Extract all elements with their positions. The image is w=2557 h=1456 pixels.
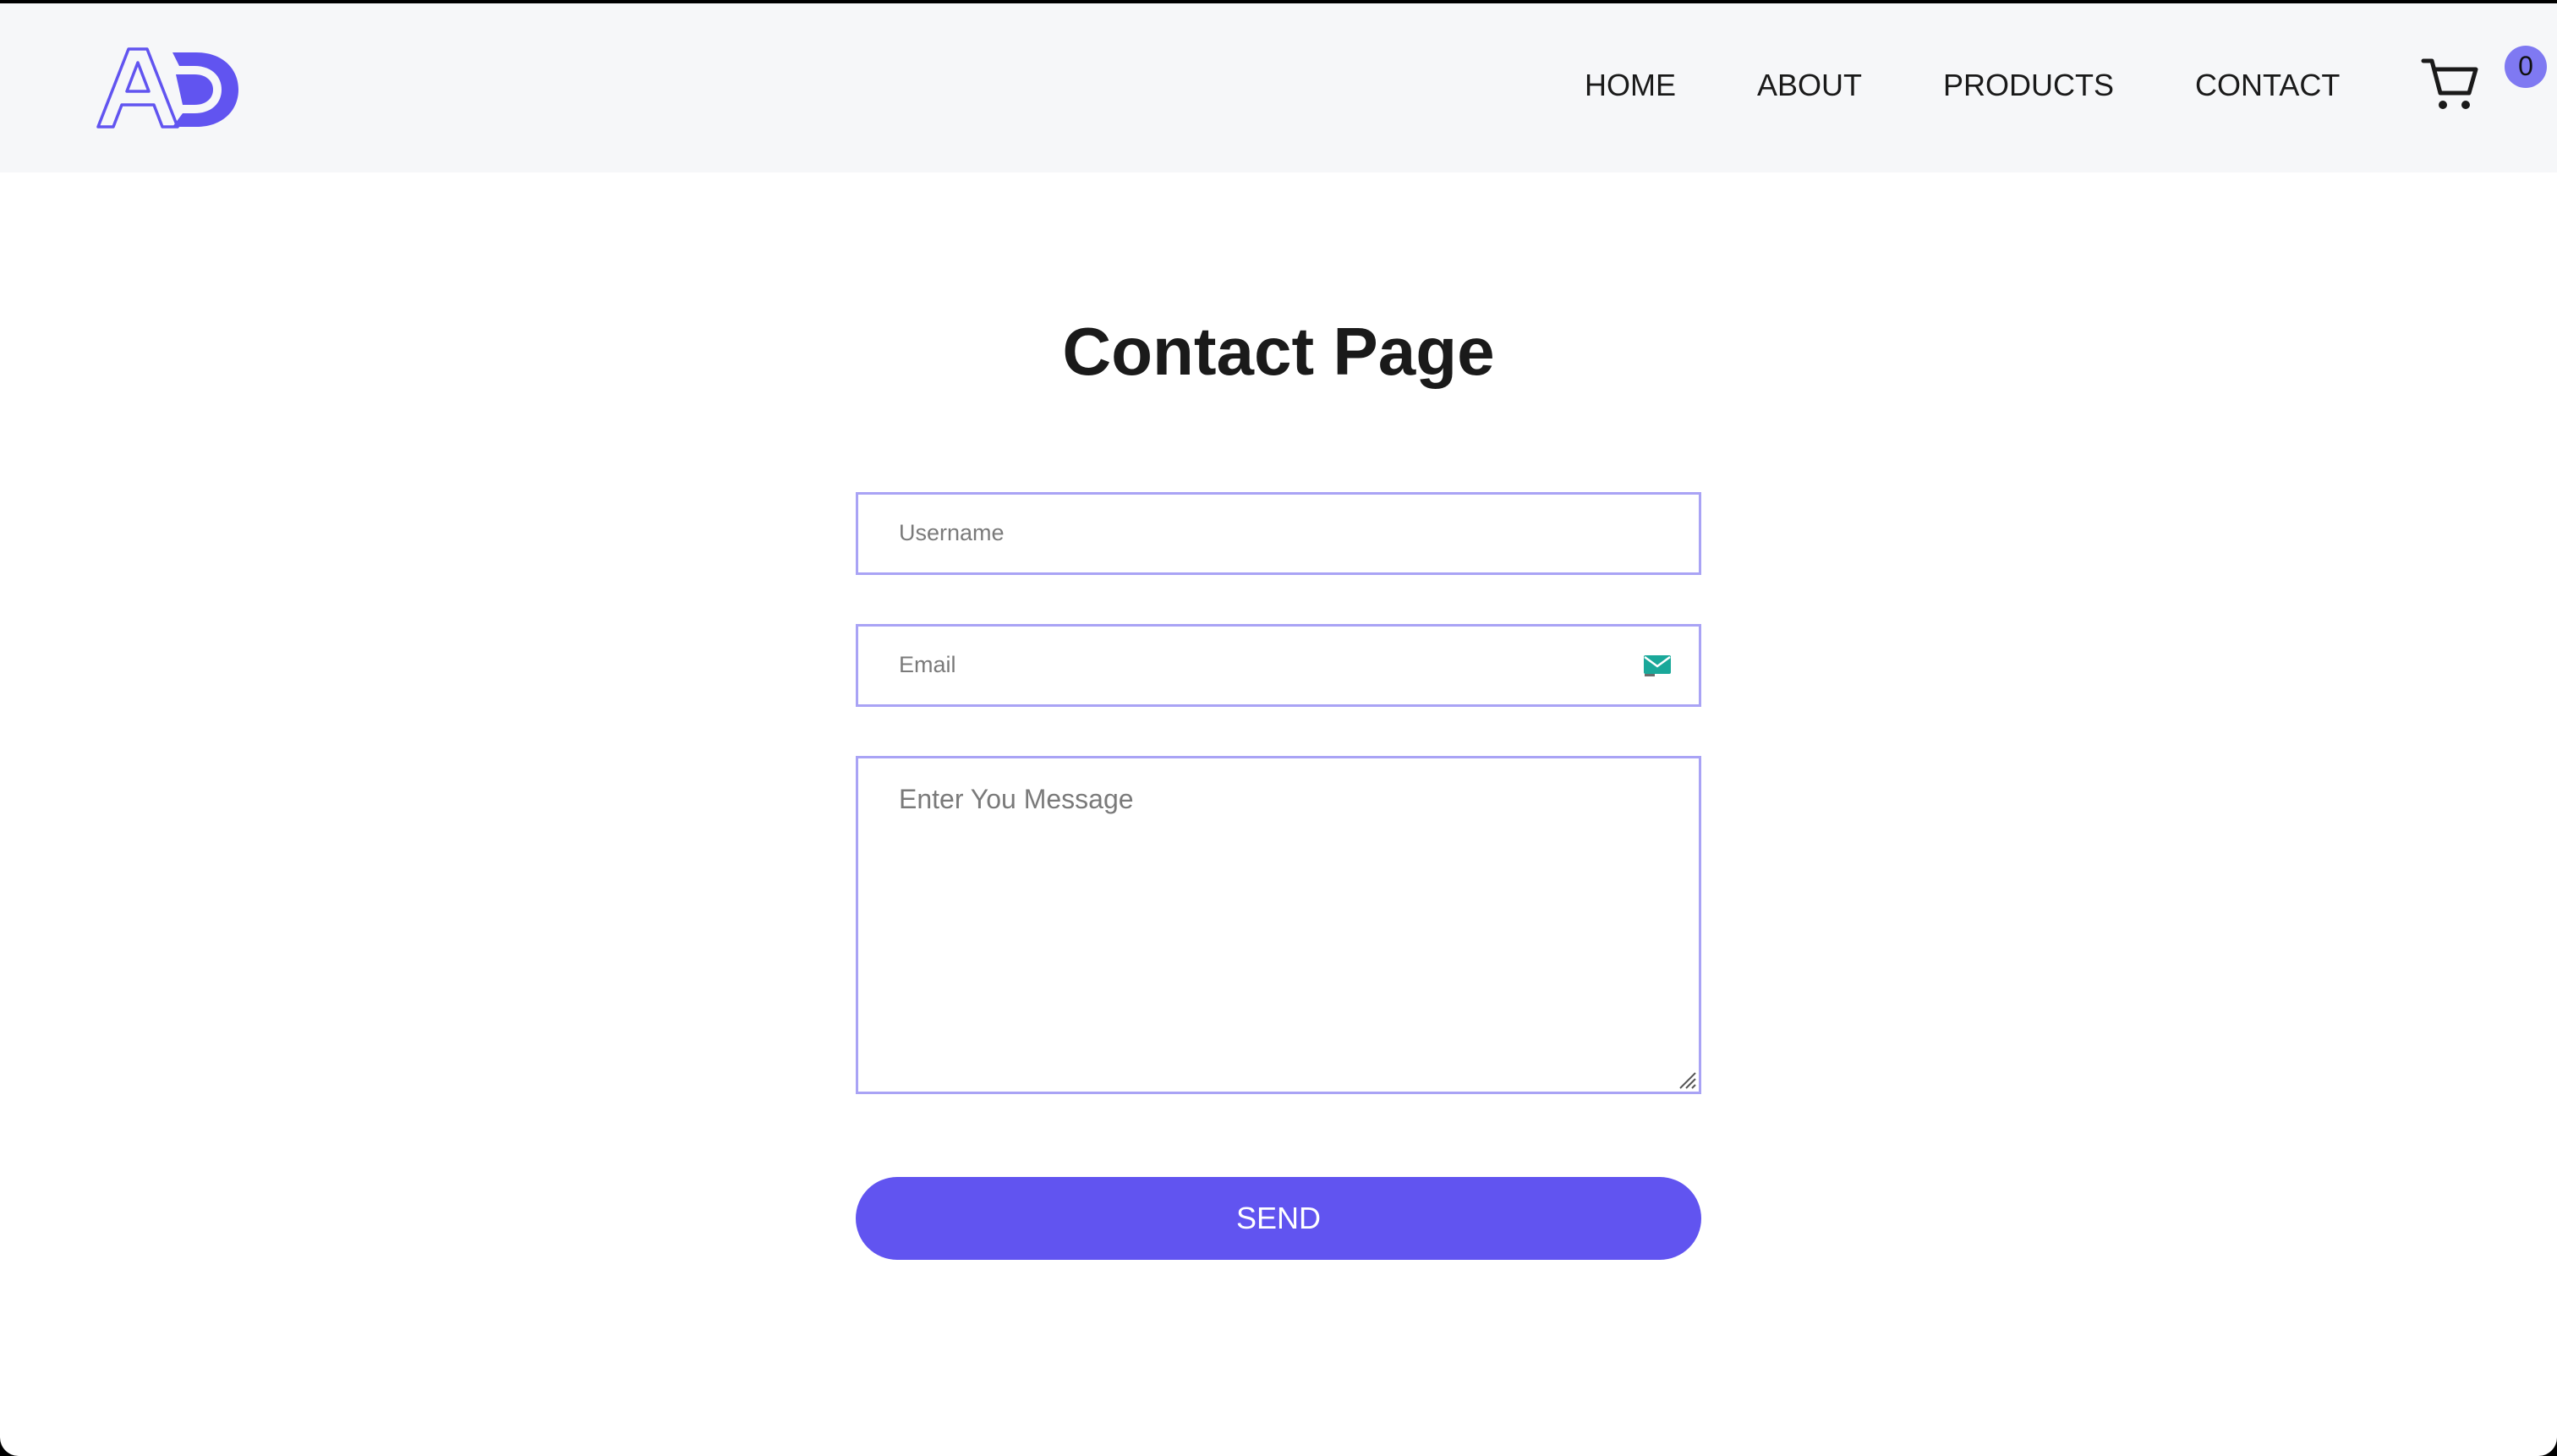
- nav-contact-link[interactable]: CONTACT: [2195, 68, 2340, 103]
- resize-grip-icon[interactable]: [1677, 1070, 1697, 1090]
- message-textarea[interactable]: Enter You Message: [856, 756, 1701, 1094]
- message-placeholder: Enter You Message: [899, 784, 1134, 814]
- cart-count-badge: 0: [2505, 46, 2547, 88]
- send-button[interactable]: SEND: [856, 1177, 1701, 1260]
- mail-icon: [1644, 655, 1671, 676]
- logo-icon[interactable]: [95, 46, 240, 130]
- cart-icon[interactable]: [2420, 54, 2481, 115]
- nav-home-link[interactable]: HOME: [1585, 68, 1676, 103]
- username-input[interactable]: Username: [856, 492, 1701, 575]
- nav-about-link[interactable]: ABOUT: [1757, 68, 1862, 103]
- username-placeholder: Username: [899, 520, 1005, 545]
- page-title: Contact Page: [1062, 314, 1495, 389]
- nav-products-link[interactable]: PRODUCTS: [1943, 68, 2114, 103]
- navbar: HOME ABOUT PRODUCTS CONTACT 0: [0, 3, 2557, 172]
- contact-page: HOME ABOUT PRODUCTS CONTACT 0 Contact Pa…: [0, 3, 2557, 1456]
- email-input[interactable]: Email: [856, 624, 1701, 707]
- email-placeholder: Email: [899, 652, 956, 677]
